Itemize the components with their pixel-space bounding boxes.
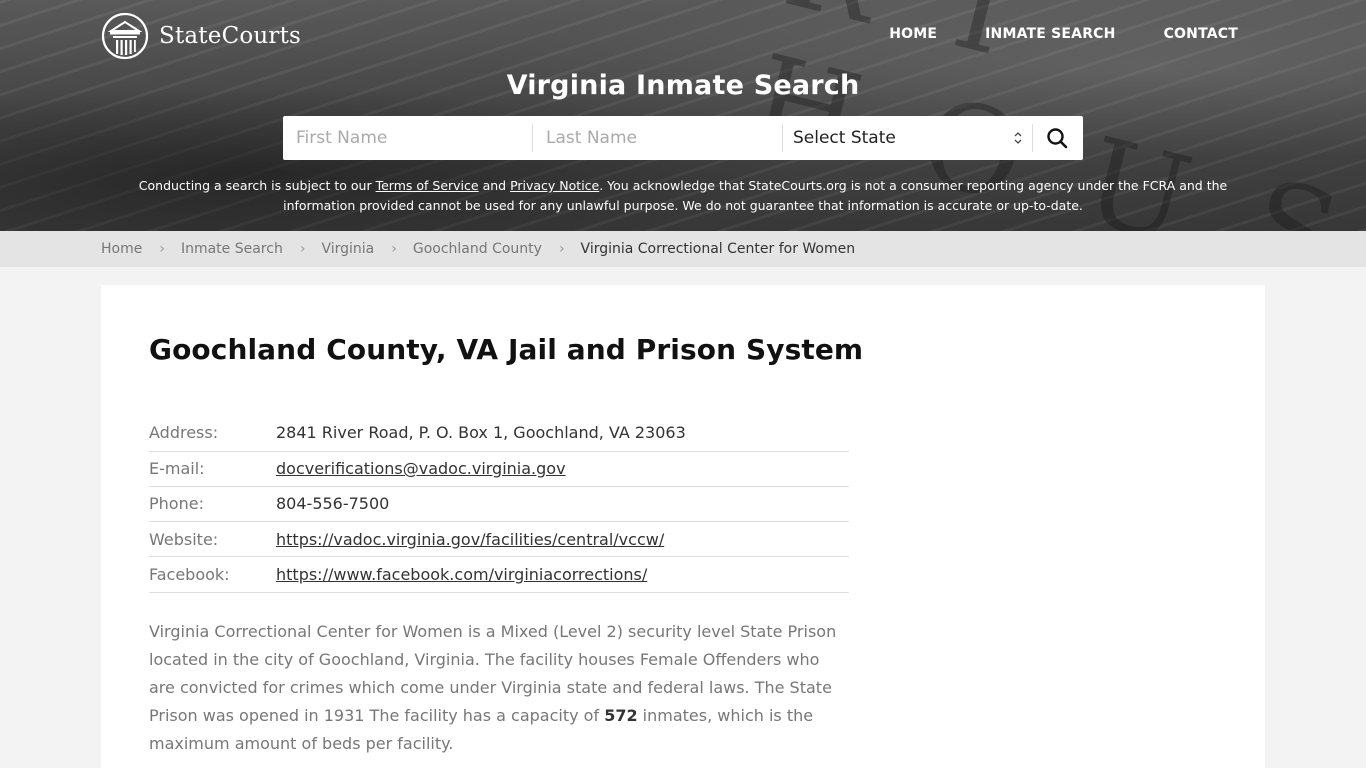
brand-name: StateCourts: [159, 23, 302, 49]
select-updown-icon: [1014, 131, 1022, 145]
breadcrumb-virginia[interactable]: Virginia: [321, 241, 374, 257]
courthouse-columns-icon: [101, 12, 149, 60]
terms-of-service-link[interactable]: Terms of Service: [376, 178, 479, 193]
state-select-value: Select State: [793, 128, 896, 148]
disclaimer-text: and: [478, 178, 511, 193]
facility-description: Virginia Correctional Center for Women i…: [149, 618, 849, 758]
table-row: E-mail: docverifications@vadoc.virginia.…: [149, 451, 849, 487]
nav-home[interactable]: HOME: [889, 26, 937, 42]
inmate-search-form: Select State: [283, 116, 1083, 160]
email-label: E-mail:: [149, 451, 276, 487]
breadcrumb-goochland-county[interactable]: Goochland County: [413, 241, 542, 257]
logo-link[interactable]: StateCourts: [101, 12, 301, 60]
chevron-right-icon: ›: [159, 241, 165, 257]
search-disclaimer: Conducting a search is subject to our Te…: [120, 176, 1246, 216]
table-row: Website: https://vadoc.virginia.gov/faci…: [149, 521, 849, 558]
nav-contact[interactable]: CONTACT: [1164, 26, 1238, 42]
website-link[interactable]: https://vadoc.virginia.gov/facilities/ce…: [276, 530, 664, 549]
disclaimer-text: Conducting a search is subject to our: [138, 178, 376, 193]
chevron-right-icon: ›: [558, 241, 565, 257]
chevron-right-icon: ›: [299, 241, 306, 257]
breadcrumb: Home › Inmate Search › Virginia › Goochl…: [101, 231, 855, 267]
breadcrumb-bar: Home › Inmate Search › Virginia › Goochl…: [0, 231, 1366, 267]
table-row: Address: 2841 River Road, P. O. Box 1, G…: [149, 415, 849, 452]
breadcrumb-current: Virginia Correctional Center for Women: [580, 241, 856, 257]
breadcrumb-inmate-search[interactable]: Inmate Search: [181, 241, 283, 257]
page-title: Goochland County, VA Jail and Prison Sys…: [149, 333, 864, 366]
first-name-input[interactable]: [283, 124, 533, 152]
nav-inmate-search[interactable]: INMATE SEARCH: [985, 26, 1115, 42]
search-icon: [1047, 128, 1068, 149]
facebook-label: Facebook:: [149, 556, 276, 593]
table-row: Facebook: https://www.facebook.com/virgi…: [149, 556, 849, 593]
address-label: Address:: [149, 415, 276, 452]
last-name-input[interactable]: [533, 124, 783, 152]
address-value: 2841 River Road, P. O. Box 1, Goochland,…: [276, 415, 849, 452]
chevron-right-icon: ›: [391, 241, 397, 257]
search-button[interactable]: [1033, 116, 1081, 160]
hero-header: RT HOUSE StateCourts HOME INMATE SEARCH …: [0, 0, 1366, 231]
phone-label: Phone:: [149, 486, 276, 523]
facebook-link[interactable]: https://www.facebook.com/virginiacorrect…: [276, 565, 647, 584]
website-label: Website:: [149, 521, 276, 558]
state-select[interactable]: Select State: [783, 124, 1033, 152]
main-nav: HOME INMATE SEARCH CONTACT: [841, 26, 1238, 42]
email-link[interactable]: docverifications@vadoc.virginia.gov: [276, 459, 566, 478]
table-row: Phone: 804-556-7500: [149, 486, 849, 523]
breadcrumb-home[interactable]: Home: [101, 241, 142, 257]
facility-info-table: Address: 2841 River Road, P. O. Box 1, G…: [149, 415, 849, 593]
capacity-value: 572: [604, 706, 638, 725]
facility-card: Goochland County, VA Jail and Prison Sys…: [101, 285, 1265, 768]
phone-value: 804-556-7500: [276, 486, 849, 523]
hero-title: Virginia Inmate Search: [506, 70, 860, 101]
privacy-notice-link[interactable]: Privacy Notice: [510, 178, 599, 193]
